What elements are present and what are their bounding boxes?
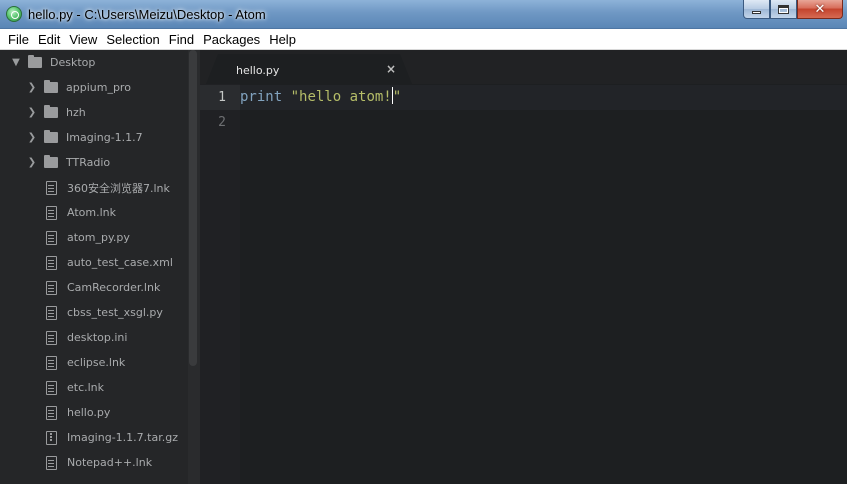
tab-title: hello.py <box>236 64 280 77</box>
menu-file[interactable]: File <box>4 30 33 49</box>
tree-file-label: Notepad++.lnk <box>67 456 153 469</box>
tree-file-label: 360安全浏览器7.lnk <box>67 181 170 195</box>
tab-hello-py[interactable]: hello.py × <box>206 54 412 84</box>
tree-view: ▼ Desktop ❯ appium_pro ❯ hzh ❯ Imaging-1… <box>0 50 200 484</box>
file-text-icon <box>46 280 57 295</box>
line-number: 1 <box>218 90 226 105</box>
window-controls: ✕ <box>743 0 843 20</box>
tree-file[interactable]: atom_py.py <box>0 225 190 250</box>
menu-help[interactable]: Help <box>265 30 300 49</box>
tab-bar: hello.py × <box>200 50 847 84</box>
file-text-icon <box>46 230 57 245</box>
tree-file[interactable]: desktop.ini <box>0 325 190 350</box>
tree-file-label: CamRecorder.lnk <box>67 281 161 294</box>
maximize-icon <box>778 4 789 14</box>
line-number: 2 <box>218 115 226 130</box>
tree-file[interactable]: etc.lnk <box>0 375 190 400</box>
tree-folder[interactable]: ❯ appium_pro <box>0 75 190 100</box>
tree-file[interactable]: auto_test_case.xml <box>0 250 190 275</box>
folder-icon <box>28 55 42 68</box>
tree-folder[interactable]: ❯ hzh <box>0 100 190 125</box>
tree-file-label: cbss_test_xsgl.py <box>67 306 163 319</box>
code-editor[interactable]: 1 2 print "hello atom!" <box>200 84 847 484</box>
chevron-right-icon: ❯ <box>27 106 37 118</box>
minimize-icon <box>752 11 761 14</box>
folder-icon <box>44 130 58 143</box>
code-string: "hello atom! <box>290 89 392 105</box>
tree-file[interactable]: CamRecorder.lnk <box>0 275 190 300</box>
tree-file-label: Atom.lnk <box>67 206 116 219</box>
tree-file-label: desktop.ini <box>67 331 128 344</box>
folder-icon <box>44 105 58 118</box>
folder-icon <box>44 80 58 93</box>
file-text-icon <box>46 255 57 270</box>
atom-app-icon <box>6 6 22 22</box>
tree-folder[interactable]: ❯ TTRadio <box>0 150 190 175</box>
menu-selection[interactable]: Selection <box>102 30 163 49</box>
tree-folder-label: Imaging-1.1.7 <box>66 131 143 144</box>
file-text-icon <box>46 305 57 320</box>
tree-file-label: Imaging-1.1.7.tar.gz <box>67 431 178 444</box>
code-keyword: print <box>240 89 283 105</box>
file-text-icon <box>46 180 57 195</box>
tree-file[interactable]: hello.py <box>0 400 190 425</box>
tree-file[interactable]: cbss_test_xsgl.py <box>0 300 190 325</box>
minimize-button[interactable] <box>743 0 770 19</box>
folder-icon <box>44 155 58 168</box>
chevron-right-icon: ❯ <box>27 156 37 168</box>
tree-file[interactable]: eclipse.lnk <box>0 350 190 375</box>
tree-file[interactable]: 360安全浏览器7.lnk <box>0 175 190 200</box>
file-text-icon <box>46 205 57 220</box>
tree-root-desktop[interactable]: ▼ Desktop <box>0 50 190 75</box>
menu-bar: File Edit View Selection Find Packages H… <box>0 29 847 50</box>
file-zip-icon <box>46 430 57 445</box>
menu-packages[interactable]: Packages <box>199 30 264 49</box>
file-text-icon <box>46 455 57 470</box>
file-text-icon <box>46 405 57 420</box>
file-text-icon <box>46 330 57 345</box>
file-text-icon <box>46 380 57 395</box>
chevron-down-icon: ▼ <box>12 56 20 68</box>
tree-file[interactable]: Notepad++.lnk <box>0 450 190 475</box>
line-number-gutter: 1 2 <box>200 84 240 484</box>
tree-file-label: auto_test_case.xml <box>67 256 173 269</box>
tree-file[interactable]: Imaging-1.1.7.tar.gz <box>0 425 190 450</box>
tree-root-label: Desktop <box>50 56 96 69</box>
file-text-icon <box>46 355 57 370</box>
tree-folder[interactable]: ❯ Imaging-1.1.7 <box>0 125 190 150</box>
tree-file-label: hello.py <box>67 406 111 419</box>
tree-file[interactable]: Atom.lnk <box>0 200 190 225</box>
window-titlebar: hello.py - C:\Users\Meizu\Desktop - Atom… <box>0 0 847 29</box>
code-line[interactable]: print "hello atom!" <box>240 85 401 110</box>
tree-file-label: eclipse.lnk <box>67 356 126 369</box>
close-icon: ✕ <box>814 1 826 17</box>
tree-file-label: atom_py.py <box>67 231 130 244</box>
window-title: hello.py - C:\Users\Meizu\Desktop - Atom <box>28 7 266 22</box>
tree-folder-label: hzh <box>66 106 86 119</box>
tree-folder-label: TTRadio <box>66 156 111 169</box>
menu-find[interactable]: Find <box>165 30 198 49</box>
chevron-right-icon: ❯ <box>27 81 37 93</box>
tree-scrollbar-thumb[interactable] <box>189 50 197 366</box>
tree-folder-label: appium_pro <box>66 81 131 94</box>
chevron-right-icon: ❯ <box>27 131 37 143</box>
tree-file-label: etc.lnk <box>67 381 105 394</box>
code-string-close: " <box>392 89 402 105</box>
tab-close-icon[interactable]: × <box>386 62 396 76</box>
menu-view[interactable]: View <box>65 30 101 49</box>
menu-edit[interactable]: Edit <box>34 30 64 49</box>
close-button[interactable]: ✕ <box>797 0 843 19</box>
maximize-button[interactable] <box>770 0 797 19</box>
